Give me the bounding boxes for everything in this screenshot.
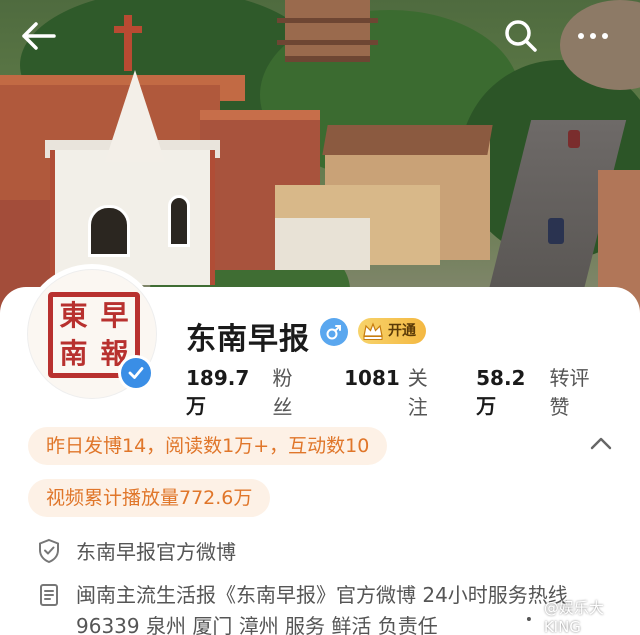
profile-name: 东南早报 bbox=[186, 322, 310, 357]
search-button[interactable] bbox=[498, 14, 544, 58]
bio-info: 闽南主流生活报《东南早报》官方微博 24小时服务热线96339 泉州 厦门 漳州… bbox=[36, 580, 596, 635]
verified-as-text: 东南早报官方微博 bbox=[76, 540, 236, 564]
watermark: @娱乐大KING bbox=[522, 597, 640, 635]
weibo-logo-icon bbox=[522, 610, 540, 623]
verified-badge[interactable] bbox=[118, 355, 154, 391]
activity-summary-pill[interactable]: 昨日发博14，阅读数1万+，互动数10 bbox=[28, 427, 388, 465]
bio-text: 闽南主流生活报《东南早报》官方微博 24小时服务热线96339 泉州 厦门 漳州… bbox=[76, 583, 568, 635]
followers-label: 粉丝 bbox=[272, 366, 293, 419]
chevron-up-icon bbox=[590, 437, 612, 450]
shield-icon bbox=[39, 538, 59, 564]
male-icon bbox=[326, 325, 341, 340]
verification-info: 东南早报官方微博 bbox=[36, 536, 236, 565]
followers-count: 189.7万 bbox=[186, 366, 250, 418]
collapse-button[interactable] bbox=[586, 428, 616, 458]
vip-label: 开通 bbox=[388, 323, 416, 339]
video-plays-pill[interactable]: 视频累计播放量772.6万 bbox=[28, 479, 271, 517]
stats-row: 189.7万 粉丝 1081 关注 58.2万 转评赞 bbox=[186, 362, 640, 420]
interactions-count: 58.2万 bbox=[476, 366, 526, 418]
document-icon bbox=[40, 584, 58, 606]
interactions-stat[interactable]: 58.2万 转评赞 bbox=[476, 362, 606, 420]
top-nav-bar bbox=[0, 0, 640, 75]
verified-check-icon bbox=[128, 367, 144, 379]
search-icon bbox=[505, 20, 537, 52]
more-options-button[interactable] bbox=[560, 14, 626, 58]
more-dots-icon bbox=[575, 33, 611, 39]
followers-stat[interactable]: 189.7万 粉丝 bbox=[186, 362, 310, 420]
following-label: 关注 bbox=[407, 366, 428, 419]
weibo-profile-page: 東 早 南 報 东南早报 开通 189.7万 粉丝 1081 关注 58.2万 … bbox=[0, 0, 640, 635]
crown-icon bbox=[363, 322, 383, 340]
gender-badge bbox=[320, 318, 348, 346]
interactions-label: 转评赞 bbox=[549, 366, 590, 419]
back-arrow-icon bbox=[22, 22, 56, 50]
vip-open-button[interactable]: 开通 bbox=[358, 318, 426, 344]
back-button[interactable] bbox=[12, 14, 64, 58]
following-count: 1081 bbox=[344, 366, 400, 390]
following-stat[interactable]: 1081 关注 bbox=[344, 362, 442, 420]
